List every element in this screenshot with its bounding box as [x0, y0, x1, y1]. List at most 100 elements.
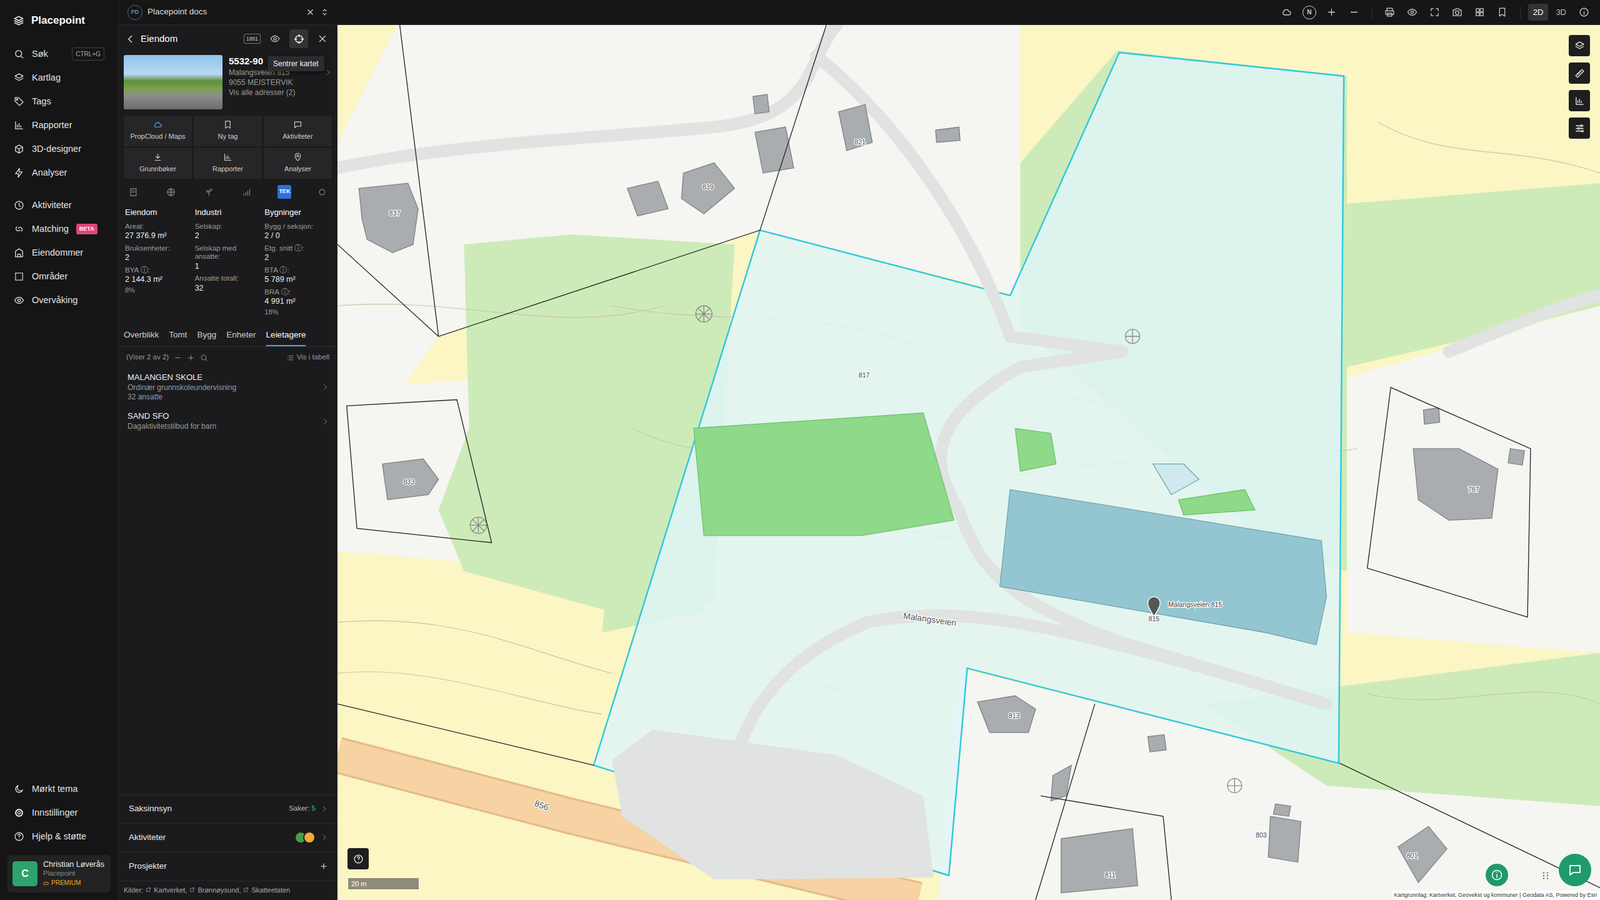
app-logo[interactable]: Placepoint — [0, 12, 119, 29]
nav-item[interactable]: Eiendommer — [0, 241, 119, 265]
action-button[interactable]: Ny tag — [193, 115, 262, 147]
ruler-icon — [1574, 68, 1585, 79]
nav-item[interactable]: SøkCTRL+G — [0, 42, 119, 67]
panel-section[interactable]: SaksinnsynSaker: 5 — [118, 794, 337, 824]
ruler-button[interactable] — [1568, 62, 1590, 84]
minus-icon[interactable] — [173, 353, 182, 362]
nav-label: Aktiviteter — [31, 198, 72, 213]
grip-icon[interactable] — [1540, 870, 1552, 882]
nav-item[interactable]: Analyser — [0, 161, 119, 185]
user-name: Christian Løverås — [43, 860, 105, 870]
tenant-row[interactable]: MALANGEN SKOLEOrdinær grunnskoleundervis… — [118, 368, 337, 407]
all-addresses-link[interactable]: Vis alle adresser (2) — [228, 87, 332, 98]
nav-item[interactable]: 3D-designer — [0, 137, 119, 162]
source-link[interactable]: Skatteetaten — [243, 885, 290, 896]
street-view-photo[interactable] — [123, 55, 223, 110]
chat-button[interactable] — [1558, 853, 1592, 887]
panel-tab[interactable]: Leietagere — [266, 325, 307, 347]
nav-item[interactable]: Aktiviteter — [0, 193, 119, 218]
printer-icon — [1384, 6, 1395, 18]
activity-icon — [13, 200, 25, 211]
school-buildings[interactable] — [1000, 463, 1327, 645]
grid-button[interactable] — [1470, 3, 1490, 22]
map-canvas[interactable]: 821839837817833787813803801811815Malangs… — [337, 25, 1600, 900]
info-button[interactable] — [1573, 3, 1594, 22]
eye-button[interactable] — [1402, 3, 1423, 22]
table-view-button[interactable]: Vis i tabell — [286, 351, 330, 363]
back-icon[interactable] — [125, 33, 136, 45]
action-button[interactable]: PropCloud / Maps — [123, 115, 192, 147]
user-avatar[interactable] — [303, 831, 316, 844]
postal-address: 9055 MEISTERVIK — [228, 77, 332, 88]
panel-tab[interactable]: Bygg — [197, 325, 217, 347]
view-mode-button[interactable]: 2D — [1528, 3, 1549, 22]
eye-icon — [13, 295, 25, 306]
plus-button[interactable] — [1321, 3, 1342, 22]
close-button[interactable] — [313, 29, 332, 49]
chevron-icon[interactable] — [324, 68, 332, 77]
compass-button[interactable]: N — [1299, 3, 1320, 22]
info-icon — [1578, 6, 1590, 18]
plus-icon — [1326, 6, 1337, 18]
nav-item[interactable]: Områder — [0, 265, 119, 289]
nav-item[interactable]: Tags — [0, 90, 119, 114]
layers-button[interactable] — [1568, 35, 1590, 57]
layer-toggle[interactable] — [240, 185, 254, 199]
visibility-button[interactable] — [265, 29, 285, 49]
action-button[interactable]: Rapporter — [193, 148, 262, 179]
nav-item[interactable]: Hjelp & støtte — [0, 825, 119, 849]
tooltip: Sentrer kartet — [267, 56, 325, 72]
adjust-button[interactable] — [1568, 117, 1590, 139]
camera-button[interactable] — [1447, 3, 1468, 22]
panel-section[interactable]: Prosjekter — [118, 851, 337, 881]
source-link[interactable]: Brønnøysund, — [189, 885, 241, 896]
panel-tab[interactable]: Tomt — [168, 325, 187, 347]
close-icon[interactable] — [305, 7, 315, 17]
grid-icon — [1474, 6, 1485, 18]
nav-item[interactable]: Kartlag — [0, 66, 119, 90]
tenant-row[interactable]: SAND SFODagaktivitetstilbud for barn — [118, 406, 337, 436]
1881-button[interactable]: 1881 — [243, 33, 261, 45]
camera-icon — [1451, 6, 1463, 18]
plus-icon[interactable] — [186, 353, 195, 362]
source-link[interactable]: Kartverket, — [145, 885, 187, 896]
nav-item[interactable]: Overvåking — [0, 288, 119, 313]
panel-tab[interactable]: Overblikk — [123, 325, 159, 347]
chart-button[interactable] — [1568, 90, 1590, 112]
view-mode-button[interactable]: 3D — [1550, 3, 1572, 22]
updown-icon[interactable] — [320, 7, 330, 17]
docs-tab[interactable]: PDPlacepoint docs — [123, 5, 334, 20]
info-button[interactable] — [1485, 863, 1509, 887]
panel-section[interactable]: Aktiviteter — [118, 823, 337, 852]
help-button[interactable] — [347, 848, 369, 870]
panel-tab[interactable]: Enheter — [226, 325, 256, 347]
nav-item[interactable]: MatchingBETA — [0, 217, 119, 242]
action-button[interactable]: Analyser — [263, 148, 332, 179]
cloud-button[interactable] — [1276, 3, 1297, 22]
center-map-button[interactable] — [289, 29, 309, 49]
bookmark-button[interactable] — [1492, 3, 1513, 22]
minus-button[interactable] — [1344, 3, 1365, 22]
layer-toggle[interactable] — [164, 185, 179, 199]
printer-button[interactable] — [1380, 3, 1400, 22]
action-button[interactable]: Aktiviteter — [263, 115, 332, 147]
layers-icon — [1574, 40, 1585, 52]
location-pin-icon[interactable] — [1148, 596, 1161, 617]
nav-item[interactable]: Mørkt tema — [0, 777, 119, 802]
user-card[interactable]: CChristian LøveråsPlacepointPREMIUM — [7, 855, 111, 893]
action-button[interactable]: Grunnbøker — [123, 148, 192, 179]
nav-label: Matching — [31, 222, 69, 237]
building-icon — [13, 247, 25, 259]
layer-toggle[interactable]: TEK — [277, 185, 292, 199]
layer-toggle[interactable] — [126, 185, 140, 199]
buildings[interactable] — [358, 94, 1525, 893]
map[interactable]: 821839837817833787813803801811815Malangs… — [337, 25, 1600, 900]
case-count-value: 5 — [311, 804, 316, 812]
nav-item[interactable]: Rapporter — [0, 113, 119, 138]
expand-button[interactable] — [1425, 3, 1445, 22]
nav-item[interactable]: Innstillinger — [0, 801, 119, 825]
plus-icon[interactable] — [319, 861, 329, 871]
layer-toggle[interactable] — [315, 185, 330, 199]
layer-toggle[interactable] — [201, 185, 216, 199]
search-icon[interactable] — [200, 353, 209, 362]
